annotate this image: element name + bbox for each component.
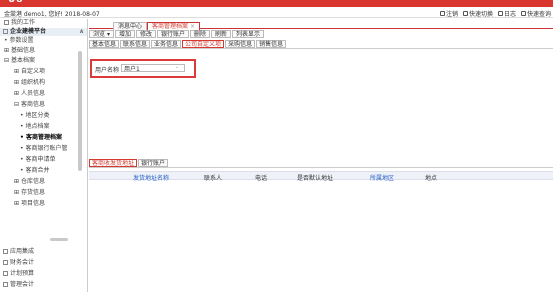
sidebar-item-basic-info[interactable]: ⊞ 基础信息 — [4, 47, 35, 55]
sidebar-item-basic-archive[interactable]: ⊟ 基本档案 — [4, 57, 35, 65]
sidebar-item-staff[interactable]: ⊞ 人员信息 — [14, 90, 45, 98]
lower-tabs: 客商收发货地址 银行账户 — [89, 159, 169, 167]
bank-account-button[interactable]: 银行账户 — [156, 30, 189, 38]
log-icon — [497, 11, 503, 16]
divider — [89, 167, 553, 168]
edit-button[interactable]: 修改 — [135, 30, 156, 38]
sidebar-item-finance[interactable]: 财务会计 — [3, 259, 34, 267]
username-label: 用户名称 — [95, 67, 120, 74]
tab-shipping-address[interactable]: 客商收发货地址 — [89, 159, 138, 167]
sidebar-section-header[interactable]: 企业建模平台 ∧ — [0, 28, 87, 36]
quick-search-icon — [520, 11, 526, 16]
tab-message-center[interactable]: 消息中心 — [113, 22, 148, 30]
subtab-purchase[interactable]: 采购信息 — [225, 40, 256, 48]
sidebar-item-params[interactable]: • 参数设置 — [4, 37, 33, 45]
delete-button[interactable]: 删除 — [190, 30, 211, 38]
toolbar: 浏览 ▾ 增加 修改 银行账户 删除 刷新 列表显示 — [89, 30, 265, 38]
top-banner: U8 — [0, 0, 553, 7]
grid-icon — [3, 29, 8, 34]
finance-icon — [3, 260, 8, 265]
sidebar-item-location[interactable]: • 地点档案 — [20, 123, 49, 131]
refresh-button[interactable]: 刷新 — [211, 30, 232, 38]
user-bar: 金棠港 demo1, 您好! 2018-08-07 注销 快速切换 日志 快速查… — [0, 7, 553, 18]
subtab-basic[interactable]: 基本信息 — [89, 40, 120, 48]
chevron-up-icon[interactable]: ∧ — [79, 28, 84, 36]
sidebar-item-app-integration[interactable]: 应用集成 — [3, 248, 34, 256]
header-links: 注销 快速切换 日志 快速查询 — [439, 9, 551, 18]
subtab-business[interactable]: 业务信息 — [151, 40, 182, 48]
sidebar-item-customer-merge[interactable]: • 客商合并 — [20, 167, 49, 175]
sidebar-hscrollbar[interactable] — [50, 238, 68, 241]
subtab-company-custom[interactable]: 公司自定义项 — [182, 40, 225, 48]
tab-bank-account[interactable]: 银行账户 — [138, 159, 169, 167]
sidebar-item-org[interactable]: ⊞ 组织机构 — [14, 79, 45, 87]
sidebar-item-project[interactable]: ⊞ 项目信息 — [14, 200, 45, 208]
quick-switch-link[interactable]: 快速切换 — [462, 9, 493, 18]
dropdown-icon[interactable]: ⌄ — [175, 64, 179, 70]
sidebar-item-custom[interactable]: ⊞ 自定义项 — [14, 68, 45, 76]
main-area: 消息中心 客商管理档案 × 浏览 ▾ 增加 修改 银行账户 删除 刷新 列表显示 … — [89, 19, 553, 292]
sidebar-my-work[interactable]: 我的工作 — [4, 19, 35, 27]
sidebar-item-inventory[interactable]: ⊞ 存货信息 — [14, 189, 45, 197]
home-icon — [4, 20, 9, 25]
username-form-group: 用户名称 ⌄ — [90, 59, 196, 78]
sidebar-item-warehouse[interactable]: ⊞ 仓库信息 — [14, 178, 45, 186]
sidebar-item-customer-info[interactable]: ⊟ 客商信息 — [14, 101, 45, 109]
chevron-down-icon: ▾ — [106, 31, 110, 38]
tab-bar: 消息中心 客商管理档案 × — [89, 19, 553, 30]
browse-button[interactable]: 浏览 ▾ — [89, 30, 114, 38]
logout-icon — [439, 11, 445, 16]
grid-header: 发货地址名称 联系人 电话 是否默认地址 所属地区 地点 — [89, 171, 553, 182]
logout-link[interactable]: 注销 — [439, 9, 458, 18]
subtab-contact[interactable]: 联系信息 — [120, 40, 151, 48]
divider — [89, 48, 553, 49]
management-icon — [3, 282, 8, 287]
grid-body — [89, 181, 553, 291]
sidebar: 我的工作 企业建模平台 ∧ • 参数设置 ⊞ 基础信息 ⊟ 基本档案 ⊞ 自定义项… — [0, 19, 88, 292]
sidebar-item-region[interactable]: • 地区分类 — [20, 112, 49, 120]
logo: U8 — [8, 0, 24, 5]
quick-search-link[interactable]: 快速查询 — [520, 9, 551, 18]
tab-customer-archive[interactable]: 客商管理档案 × — [147, 22, 201, 30]
sidebar-item-customer-bank[interactable]: • 客商银行账户管 — [20, 145, 67, 153]
switch-icon — [462, 11, 468, 16]
sidebar-item-budget[interactable]: 计划预算 — [3, 270, 34, 278]
sidebar-item-management[interactable]: 管理会计 — [3, 281, 34, 289]
welcome-text: 金棠港 demo1, 您好! 2018-08-07 — [4, 11, 100, 18]
sidebar-item-customer-apply[interactable]: • 客商申请单 — [20, 156, 55, 164]
app-icon — [3, 249, 8, 254]
budget-icon — [3, 271, 8, 276]
close-icon[interactable]: × — [190, 23, 195, 30]
add-button[interactable]: 增加 — [114, 30, 135, 38]
subtab-sales[interactable]: 销售信息 — [256, 40, 287, 48]
sidebar-scrollbar[interactable] — [78, 51, 82, 171]
list-view-button[interactable]: 列表显示 — [232, 30, 265, 38]
sub-tabs: 基本信息 联系信息 业务信息 公司自定义项 采购信息 销售信息 — [89, 40, 287, 48]
log-link[interactable]: 日志 — [497, 9, 516, 18]
sidebar-item-customer-archive[interactable]: • 客商管理档案 — [20, 134, 62, 142]
